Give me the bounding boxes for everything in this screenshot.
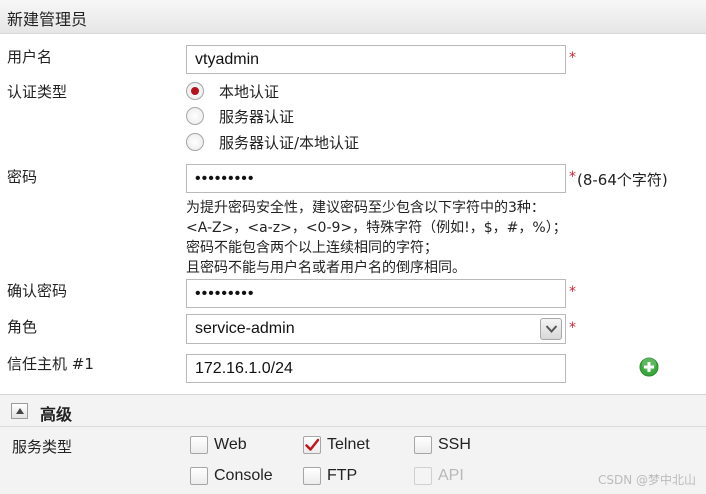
radio-server-local-auth[interactable]: 服务器认证/本地认证 xyxy=(186,131,359,153)
radio-server-auth-label: 服务器认证 xyxy=(219,107,295,126)
checkbox-console-label: Console xyxy=(214,467,273,484)
checkbox-api: API xyxy=(414,466,464,486)
role-select[interactable]: service-admin xyxy=(186,314,566,344)
role-selected-value: service-admin xyxy=(195,320,295,337)
trusted-host-input[interactable]: 172.16.1.0/24 xyxy=(186,354,566,383)
checkbox-box xyxy=(190,436,208,454)
checkbox-box xyxy=(414,467,432,485)
check-mark-icon xyxy=(305,438,320,451)
password-help-line: <A-Z>，<a-z>，<0-9>，特殊字符（例如!，$，#，%）； xyxy=(186,220,567,236)
password-help-line: 且密码不能与用户名或者用户名的倒序相同。 xyxy=(186,260,466,276)
username-label: 用户名 xyxy=(7,48,53,66)
advanced-section-header: 高级 xyxy=(0,395,706,427)
chevron-down-icon[interactable] xyxy=(540,318,562,340)
checkbox-box xyxy=(303,467,321,485)
auth-type-label: 认证类型 xyxy=(7,83,68,101)
radio-server-auth[interactable]: 服务器认证 xyxy=(186,105,294,127)
checkbox-telnet[interactable]: Telnet xyxy=(303,435,370,455)
radio-unselected-indicator xyxy=(186,133,204,151)
checkbox-web-label: Web xyxy=(214,436,247,453)
checkbox-box xyxy=(414,436,432,454)
checkbox-console[interactable]: Console xyxy=(190,466,273,486)
password-required-mark: * xyxy=(569,169,576,185)
watermark: CSDN @梦中北山 xyxy=(597,473,696,487)
password-help-line: 为提升密码安全性，建议密码至少包含以下字符中的3种： xyxy=(186,200,545,216)
password-help-text: 为提升密码安全性，建议密码至少包含以下字符中的3种： <A-Z>，<a-z>，<… xyxy=(186,198,567,278)
checkbox-box xyxy=(190,467,208,485)
confirm-password-required-mark: * xyxy=(569,284,576,300)
advanced-section-title: 高级 xyxy=(40,405,73,424)
collapse-arrow-icon[interactable] xyxy=(11,403,28,419)
role-label: 角色 xyxy=(7,318,38,336)
radio-server-local-auth-label: 服务器认证/本地认证 xyxy=(219,133,360,152)
confirm-password-input[interactable]: ••••••••• xyxy=(186,279,566,308)
role-required-mark: * xyxy=(569,320,576,336)
confirm-password-label: 确认密码 xyxy=(7,282,68,300)
checkbox-web[interactable]: Web xyxy=(190,435,247,455)
radio-local-auth[interactable]: 本地认证 xyxy=(186,80,279,102)
radio-selected-indicator xyxy=(186,82,204,100)
password-input[interactable]: ••••••••• xyxy=(186,164,566,193)
password-help-line: 密码不能包含两个以上连续相同的字符； xyxy=(186,240,438,256)
checkbox-telnet-label: Telnet xyxy=(327,436,370,453)
radio-unselected-indicator xyxy=(186,107,204,125)
dialog-title-bar: 新建管理员 xyxy=(0,0,706,34)
username-required-mark: * xyxy=(569,50,576,66)
password-label: 密码 xyxy=(7,168,38,186)
checkbox-ssh[interactable]: SSH xyxy=(414,435,471,455)
checkbox-ssh-label: SSH xyxy=(438,436,471,453)
service-type-label: 服务类型 xyxy=(12,438,73,456)
checkbox-api-label: API xyxy=(438,467,464,484)
dialog-title: 新建管理员 xyxy=(7,10,88,29)
checkbox-ftp[interactable]: FTP xyxy=(303,466,357,486)
checkbox-box xyxy=(303,436,321,454)
radio-local-auth-label: 本地认证 xyxy=(219,82,280,101)
add-trusted-host-icon[interactable] xyxy=(639,357,659,377)
password-length-hint: (8-64个字符) xyxy=(577,171,668,189)
checkbox-ftp-label: FTP xyxy=(327,467,358,484)
username-input[interactable]: vtyadmin xyxy=(186,45,566,74)
trusted-host-label: 信任主机 #1 xyxy=(7,355,94,373)
